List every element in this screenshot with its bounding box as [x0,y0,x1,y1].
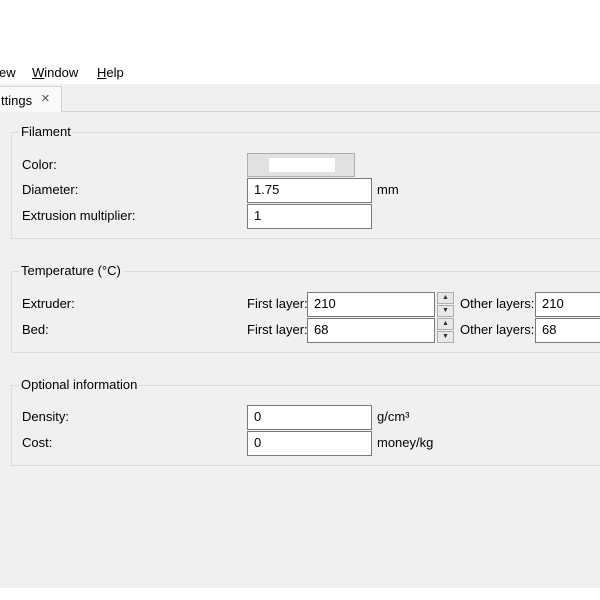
bottom-strip [0,588,600,600]
extrusion-multiplier-input[interactable]: 1 [247,204,372,229]
cost-unit: money/kg [377,435,434,450]
menu-view[interactable]: ew [0,65,16,80]
bed-other-layers-label: Other layers: [460,322,535,337]
menu-bar: ew Window Help [0,62,600,84]
extruder-other-layers-label: Other layers: [460,296,535,311]
bed-first-layer-spinner[interactable]: ▲ ▼ [437,318,454,343]
title-area [0,0,600,40]
cost-label: Cost: [22,435,53,450]
menu-window[interactable]: Window [32,65,78,80]
diameter-unit: mm [377,182,399,197]
density-input[interactable]: 0 [247,405,372,430]
bed-first-layer-label: First layer: [247,322,308,337]
tab-settings[interactable]: ttings × [0,86,62,113]
extruder-label: Extruder: [22,296,75,311]
optional-information-group-title: Optional information [19,377,140,392]
diameter-input[interactable]: 1.75 [247,178,372,203]
density-label: Density: [22,409,69,424]
color-picker-button[interactable] [247,153,355,177]
color-label: Color: [22,157,57,172]
bed-other-layers-input[interactable]: 68 [535,318,600,343]
bed-label: Bed: [22,322,49,337]
close-icon[interactable]: × [41,90,50,108]
diameter-label: Diameter: [22,182,79,197]
color-swatch [269,158,335,172]
temperature-group: Temperature (°C) [11,263,600,353]
extrusion-multiplier-label: Extrusion multiplier: [22,208,136,223]
tab-bar: ttings × [0,84,600,113]
spin-up-icon[interactable]: ▲ [437,292,454,304]
settings-panel: Filament Color: Diameter: 1.75 mm Extrus… [0,112,600,588]
tab-settings-label: ttings [1,93,33,108]
cost-input[interactable]: 0 [247,431,372,456]
menu-help[interactable]: Help [97,65,124,80]
filament-group-title: Filament [19,124,73,139]
temperature-group-title: Temperature (°C) [19,263,123,278]
spin-up-icon[interactable]: ▲ [437,318,454,330]
extruder-first-layer-input[interactable]: 210 [307,292,435,317]
extruder-other-layers-input[interactable]: 210 [535,292,600,317]
bed-first-layer-input[interactable]: 68 [307,318,435,343]
spin-down-icon[interactable]: ▼ [437,305,454,317]
spin-down-icon[interactable]: ▼ [437,331,454,343]
density-unit: g/cm³ [377,409,410,424]
extruder-first-layer-label: First layer: [247,296,308,311]
extruder-first-layer-spinner[interactable]: ▲ ▼ [437,292,454,317]
